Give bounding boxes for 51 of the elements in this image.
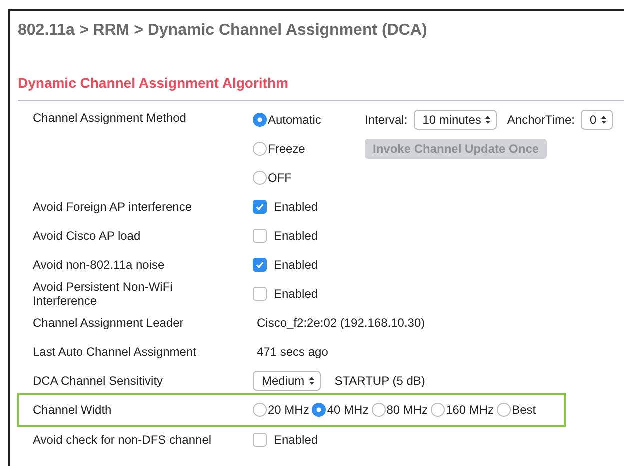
field-label: DCA Channel Sensitivity [33, 374, 164, 388]
anchor-time-select[interactable]: 0 [580, 110, 613, 130]
field-value: STARTUP (5 dB) [334, 374, 426, 388]
radio-label: 160 MHz [446, 403, 494, 417]
sensitivity-select[interactable]: Medium [253, 370, 321, 390]
checkbox[interactable] [253, 432, 267, 446]
field-label: AnchorTime: [507, 112, 575, 126]
checkbox-label: Enabled [274, 228, 318, 242]
checkbox[interactable] [253, 200, 267, 214]
radio-button[interactable] [253, 170, 267, 184]
checkbox[interactable] [253, 258, 267, 272]
checkmark-icon [255, 260, 265, 270]
radio-button[interactable] [253, 403, 267, 417]
checkbox-label: Enabled [274, 258, 318, 272]
radio-label: OFF [268, 170, 292, 184]
radio-label: 40 MHz [327, 403, 369, 417]
radio-button[interactable] [312, 403, 326, 417]
radio-button[interactable] [253, 142, 267, 156]
page-title: 802.11a > RRM > Dynamic Channel Assignment (DCA) [17, 21, 428, 40]
field-label: Last Auto Channel Assignment [33, 344, 198, 358]
radio-button[interactable] [497, 403, 512, 417]
radio-button[interactable] [372, 403, 386, 417]
field-label: Avoid non-802.11a noise [33, 258, 166, 272]
radio-label: Automatic [268, 112, 322, 126]
field-label: Channel Width [33, 403, 113, 417]
field-label: Avoid Cisco AP load [33, 228, 142, 242]
radio-button[interactable] [253, 112, 267, 126]
stepper-icon [308, 376, 315, 386]
checkbox-label: Enabled [274, 286, 318, 300]
radio-label: 80 MHz [386, 403, 428, 417]
checkmark-icon [255, 202, 265, 212]
checkbox-label: Enabled [274, 200, 318, 214]
interval-select[interactable]: 10 minutes [414, 110, 498, 130]
stepper-icon [600, 114, 607, 124]
checkbox[interactable] [253, 286, 267, 300]
checkbox-label: Enabled [274, 432, 318, 446]
field-label: Avoid check for non-DFS channel [33, 432, 213, 446]
radio-label: 20 MHz [268, 403, 310, 417]
field-value: 471 secs ago [256, 344, 328, 358]
checkbox[interactable] [253, 228, 267, 242]
field-label: Avoid Persistent Non-WiFi Interference [33, 280, 174, 308]
radio-label: Freeze [268, 142, 306, 156]
section-heading: Dynamic Channel Assignment Algorithm [17, 74, 290, 91]
radio-button[interactable] [431, 403, 446, 417]
field-label: Interval: [365, 112, 408, 126]
field-label: Channel Assignment Method [33, 110, 188, 125]
field-label: Channel Assignment Leader [33, 316, 185, 330]
radio-label: Best [512, 403, 536, 417]
field-label: Avoid Foreign AP interference [33, 200, 193, 214]
field-value: Cisco_f2:2e:02 (192.168.10.30) [256, 316, 426, 330]
stepper-icon [485, 114, 492, 124]
